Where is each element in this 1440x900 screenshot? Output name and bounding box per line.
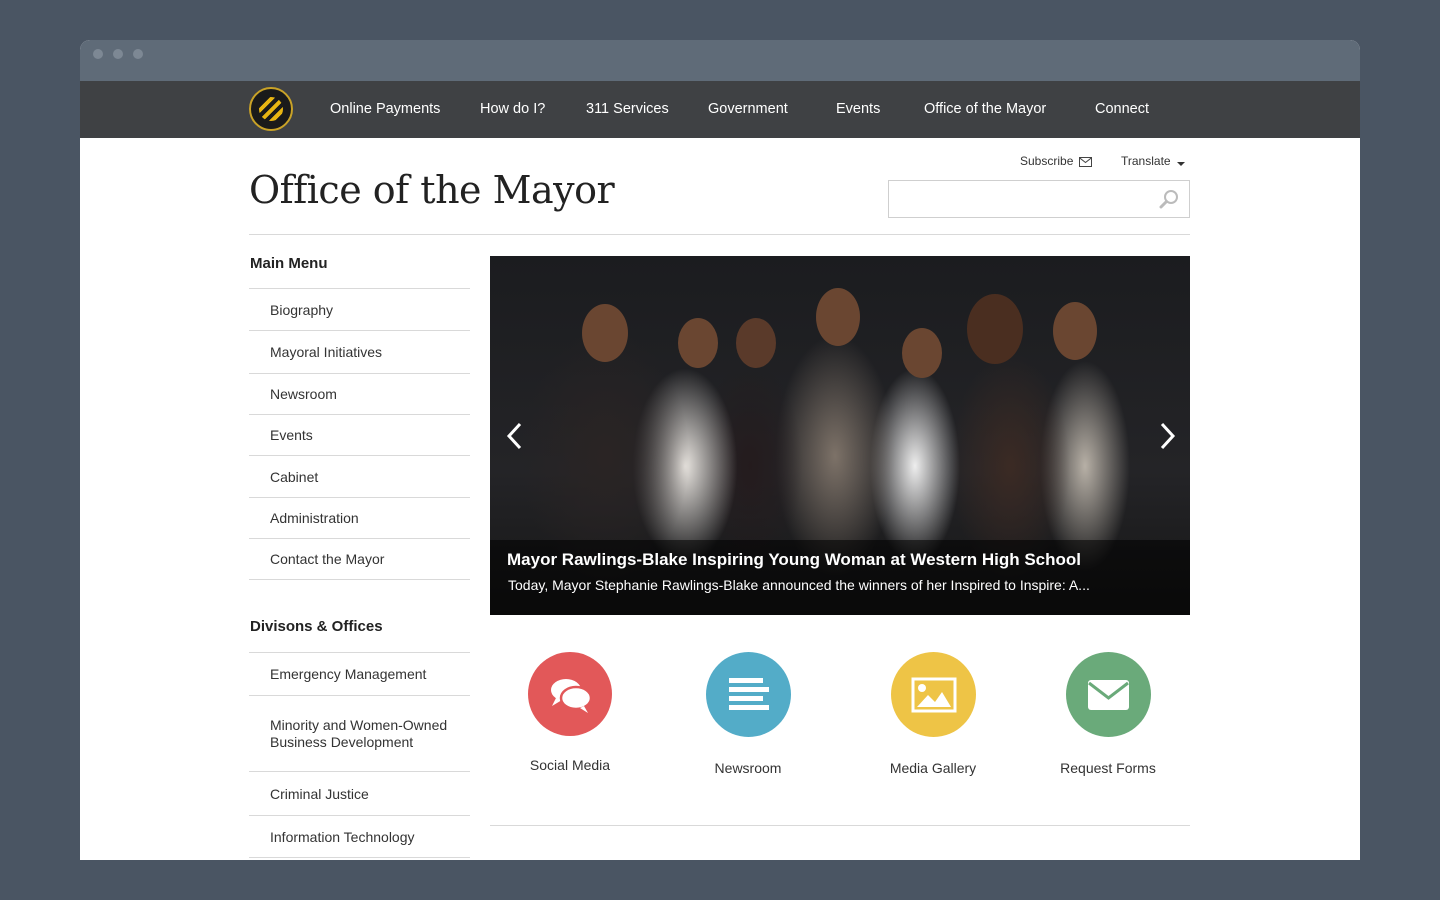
main-menu: Biography Mayoral Initiatives Newsroom E… [249,288,470,580]
search-box [888,180,1190,218]
envelope-icon [1079,156,1093,170]
translate-dropdown[interactable]: Translate [1121,154,1185,170]
chat-bubbles-icon [528,652,612,736]
menu-item-events[interactable]: Events [249,414,470,455]
browser-window: Online Payments How do I? 311 Services G… [80,40,1360,860]
feature-social-media[interactable]: Social Media [495,652,645,773]
menu-item-information-technology[interactable]: Information Technology [249,815,470,858]
feature-media-gallery[interactable]: Media Gallery [858,652,1008,776]
nav-connect[interactable]: Connect [1095,81,1149,138]
carousel-next-arrow-icon[interactable] [1152,416,1182,456]
subscribe-label: Subscribe [1020,154,1074,168]
divisions-heading: Divisons & Offices [250,618,383,635]
main-navbar: Online Payments How do I? 311 Services G… [80,81,1360,138]
image-icon [890,652,976,737]
feature-label-media-gallery: Media Gallery [889,760,977,776]
window-dot-close[interactable] [93,49,103,59]
nav-online-payments[interactable]: Online Payments [330,81,440,138]
hero-photo-person [582,304,628,362]
text-lines-icon [705,652,791,737]
divisions-menu: Emergency Management Minority and Women-… [249,652,470,858]
translate-label: Translate [1121,154,1171,168]
menu-item-biography[interactable]: Biography [249,288,470,330]
window-dot-minimize[interactable] [113,49,123,59]
hero-photo-person [902,328,942,378]
window-dot-maximize[interactable] [133,49,143,59]
hero-photo-person [1053,302,1097,360]
page-title: Office of the Mayor [249,168,615,212]
hero-photo-person [678,318,718,368]
feature-request-forms[interactable]: Request Forms [1033,652,1183,776]
menu-item-cabinet[interactable]: Cabinet [249,455,470,497]
hero-carousel[interactable]: Mayor Rawlings-Blake Inspiring Young Wom… [490,256,1190,615]
nav-government[interactable]: Government [708,81,788,138]
hero-caption-title[interactable]: Mayor Rawlings-Blake Inspiring Young Wom… [507,550,1081,570]
main-menu-heading: Main Menu [250,255,328,272]
nav-office-of-the-mayor[interactable]: Office of the Mayor [924,81,1046,138]
city-seal-logo[interactable] [249,87,293,131]
envelope-icon [1065,652,1151,737]
carousel-prev-arrow-icon[interactable] [500,416,530,456]
nav-events[interactable]: Events [836,81,880,138]
window-titlebar [80,40,1360,81]
menu-item-newsroom[interactable]: Newsroom [249,373,470,414]
feature-label-social-media: Social Media [529,757,611,773]
hero-caption-text: Today, Mayor Stephanie Rawlings-Blake an… [508,577,1090,593]
search-input[interactable] [895,181,1149,217]
menu-item-minority-business[interactable]: Minority and Women-Owned Business Develo… [249,695,470,771]
content-divider [490,825,1190,826]
menu-item-administration[interactable]: Administration [249,497,470,538]
feature-label-newsroom: Newsroom [714,760,782,776]
menu-item-mayoral-initiatives[interactable]: Mayoral Initiatives [249,330,470,373]
hero-photo-person [816,288,860,346]
feature-label-request-forms: Request Forms [1060,760,1156,776]
subscribe-link[interactable]: Subscribe [1020,154,1093,170]
feature-newsroom[interactable]: Newsroom [673,652,823,776]
search-icon[interactable] [1159,189,1179,214]
hero-caption: Mayor Rawlings-Blake Inspiring Young Wom… [490,540,1190,615]
menu-item-contact-the-mayor[interactable]: Contact the Mayor [249,538,470,580]
hero-photo-person [967,294,1023,364]
menu-item-emergency-management[interactable]: Emergency Management [249,652,470,695]
nav-311-services[interactable]: 311 Services [586,81,669,138]
header-divider [249,234,1190,235]
menu-item-criminal-justice[interactable]: Criminal Justice [249,771,470,815]
caret-down-icon [1176,156,1185,170]
hero-photo-person [736,318,776,368]
nav-how-do-i[interactable]: How do I? [480,81,545,138]
